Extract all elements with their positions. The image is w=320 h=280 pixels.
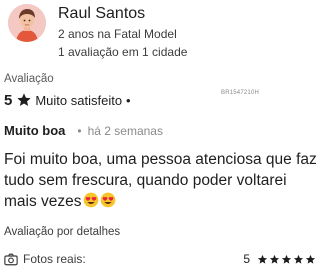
- rating-score-row: 5 Muito satisfeito •: [4, 90, 131, 110]
- reviewer-tenure: 2 anos na Fatal Model: [58, 27, 177, 41]
- rating-score-text: Muito satisfeito: [35, 92, 123, 108]
- review-header: Muito boa • há 2 semanas: [4, 123, 163, 138]
- review-timestamp: há 2 semanas: [87, 123, 163, 138]
- rating-label: Avaliação: [4, 73, 54, 85]
- review-code: BR1547210H: [221, 90, 260, 96]
- star-icon: [293, 254, 304, 264]
- star-icon: [269, 254, 280, 264]
- rating-bullet: •: [126, 92, 131, 108]
- detail-item-label: Fotos reais:: [23, 252, 86, 266]
- heart-eyes-emoji: [100, 192, 115, 208]
- reviewer-name[interactable]: Raul Santos: [58, 5, 145, 23]
- review-body: Foi muito boa, uma pessoa atenciosa que …: [4, 149, 318, 212]
- star-icon: [17, 93, 32, 106]
- star-icon: [257, 254, 268, 264]
- review-title: Muito boa: [4, 123, 66, 138]
- reviewer-summary: 1 avaliação em 1 cidade: [58, 45, 188, 59]
- detail-item-rating: 5: [243, 252, 316, 266]
- reviewer-header: Raul Santos 2 anos na Fatal Model 1 aval…: [0, 0, 320, 64]
- detail-item-fotos-reais: Fotos reais:: [4, 252, 86, 266]
- review-separator: •: [77, 123, 82, 138]
- detail-item-score: 5: [243, 252, 250, 266]
- rating-score: 5: [4, 91, 13, 109]
- person-avatar-icon[interactable]: [8, 4, 46, 42]
- camera-icon: [4, 253, 18, 265]
- star-icon: [305, 254, 316, 264]
- details-section-title: Avaliação por detalhes: [4, 226, 121, 238]
- review-text: Foi muito boa, uma pessoa atenciosa que …: [4, 151, 317, 210]
- star-icon: [281, 254, 292, 264]
- heart-eyes-emoji: [83, 192, 98, 208]
